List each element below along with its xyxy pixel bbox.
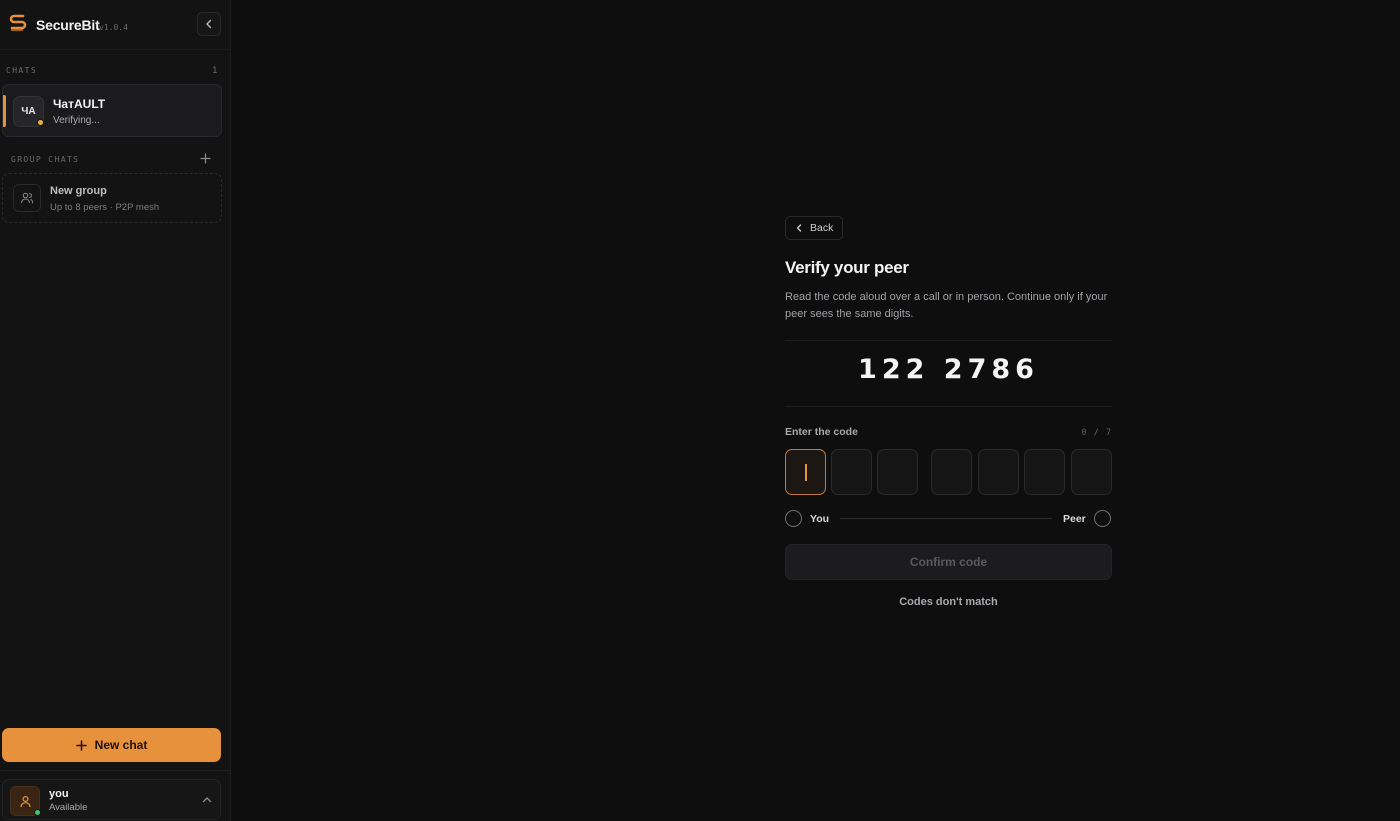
new-group-title: New group bbox=[50, 185, 107, 197]
codes-dont-match-link[interactable]: Codes don't match bbox=[785, 596, 1112, 608]
securebit-logo-icon bbox=[9, 14, 27, 32]
verifying-status-dot bbox=[37, 119, 44, 126]
active-indicator bbox=[3, 95, 6, 127]
chevron-left-icon bbox=[206, 19, 212, 29]
new-chat-button[interactable]: New chat bbox=[2, 728, 221, 762]
code-digit-input[interactable] bbox=[1024, 449, 1065, 495]
user-profile-card[interactable]: you Available bbox=[2, 779, 221, 820]
chat-item[interactable]: ЧА ЧатAULT Verifying... bbox=[2, 84, 222, 137]
chat-avatar-initials: ЧА bbox=[21, 106, 36, 117]
chats-section-label: CHATS bbox=[6, 66, 38, 75]
plus-icon bbox=[75, 739, 87, 751]
confirmation-progress-line bbox=[840, 518, 1052, 519]
confirm-code-label: Confirm code bbox=[909, 555, 988, 569]
peer-confirmed-indicator bbox=[1094, 510, 1111, 527]
chevron-left-icon bbox=[796, 224, 802, 232]
user-status: Available bbox=[49, 802, 88, 813]
verification-code: 122 2786 bbox=[858, 354, 1039, 385]
brand-header: SecureBit v1.0.4 bbox=[0, 0, 230, 50]
entered-digits-count: 0 / 7 bbox=[1081, 428, 1112, 438]
code-digit-input[interactable] bbox=[1071, 449, 1112, 495]
collapse-sidebar-button[interactable] bbox=[197, 12, 221, 36]
verify-description: Read the code aloud over a call or in pe… bbox=[785, 291, 1108, 320]
users-icon bbox=[13, 184, 41, 212]
back-label: Back bbox=[810, 222, 834, 234]
confirm-code-button[interactable]: Confirm code bbox=[785, 544, 1112, 580]
divider bbox=[785, 340, 1112, 341]
new-chat-label: New chat bbox=[94, 738, 148, 752]
chat-name: ЧатAULT bbox=[53, 97, 106, 111]
peer-label: Peer bbox=[1063, 513, 1086, 525]
plus-icon bbox=[199, 153, 211, 164]
code-digit-input[interactable] bbox=[831, 449, 872, 495]
code-digit-input[interactable] bbox=[877, 449, 918, 495]
new-group-subtitle: Up to 8 peers · P2P mesh bbox=[50, 202, 160, 213]
you-label: You bbox=[810, 513, 830, 525]
you-confirmed-indicator bbox=[785, 510, 802, 527]
divider bbox=[785, 406, 1112, 407]
sidebar: SecureBit v1.0.4 CHATS 1 ЧА ЧатAULT Veri… bbox=[0, 0, 231, 821]
chevron-up-icon[interactable] bbox=[201, 794, 213, 806]
app-name: SecureBit bbox=[36, 17, 100, 33]
text-caret bbox=[805, 464, 807, 481]
code-digit-input[interactable] bbox=[978, 449, 1019, 495]
chat-status: Verifying... bbox=[53, 115, 100, 126]
back-button[interactable]: Back bbox=[785, 216, 843, 240]
enter-code-label: Enter the code bbox=[785, 426, 858, 438]
user-icon bbox=[19, 795, 31, 807]
page-title: Verify your peer bbox=[785, 258, 909, 277]
add-group-button[interactable] bbox=[199, 153, 211, 165]
new-group-item[interactable]: New group Up to 8 peers · P2P mesh bbox=[2, 173, 222, 223]
user-name: you bbox=[49, 788, 69, 800]
code-digit-input[interactable] bbox=[931, 449, 972, 495]
divider bbox=[0, 770, 230, 771]
chats-count: 1 bbox=[212, 66, 218, 76]
app-version: v1.0.4 bbox=[99, 23, 128, 32]
group-chats-section-label: GROUP CHATS bbox=[11, 155, 80, 164]
code-digit-input[interactable] bbox=[785, 449, 826, 495]
online-status-dot bbox=[34, 809, 41, 816]
